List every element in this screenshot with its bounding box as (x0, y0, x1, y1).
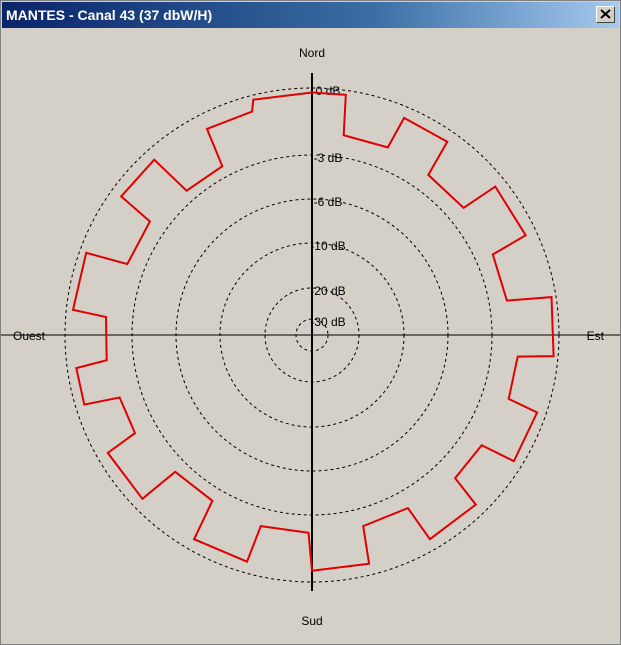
title-bar[interactable]: MANTES - Canal 43 (37 dbW/H) (2, 2, 619, 28)
ring-label: -30 dB (310, 315, 345, 329)
chart-window: MANTES - Canal 43 (37 dbW/H) 0 dB -3 dB -6… (0, 0, 621, 645)
ring-label: 0 dB (316, 84, 341, 98)
window-title: MANTES - Canal 43 (37 dbW/H) (6, 7, 213, 23)
direction-label-east: Est (587, 329, 605, 343)
ring-label: -10 dB (310, 239, 345, 253)
ring-labels: 0 dB -3 dB -6 dB -10 dB -20 dB -30 dB (310, 84, 345, 329)
ring-label: -3 dB (314, 151, 343, 165)
close-button[interactable] (596, 6, 615, 23)
ring-label: -6 dB (314, 195, 343, 209)
direction-label-south: Sud (301, 614, 322, 628)
polar-plot: 0 dB -3 dB -6 dB -10 dB -20 dB -30 dB Nord Su… (1, 46, 620, 628)
direction-label-north: Nord (299, 46, 325, 60)
ring-label: -20 dB (310, 284, 345, 298)
direction-label-west: Ouest (13, 329, 46, 343)
close-icon (600, 9, 611, 19)
